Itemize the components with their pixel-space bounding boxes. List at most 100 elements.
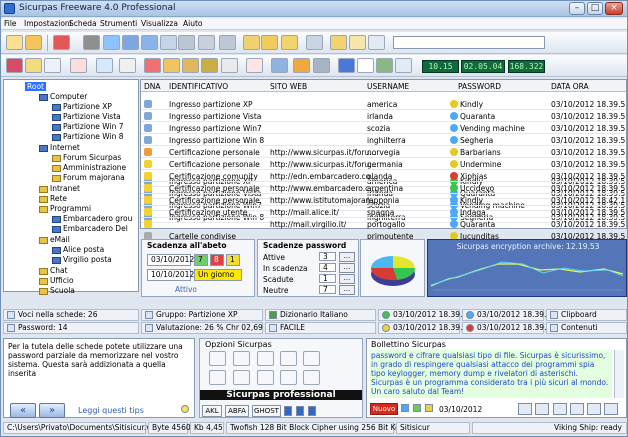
mode2-icon[interactable] xyxy=(296,406,304,416)
no-entry-icon[interactable] xyxy=(246,58,263,73)
table-row[interactable]: Certificazione personale http://www.istit… xyxy=(141,194,625,206)
window-icon[interactable] xyxy=(271,58,288,73)
option-user-icon[interactable] xyxy=(280,351,297,366)
settings-icon[interactable] xyxy=(96,58,113,73)
table-row[interactable]: Ingresso partizione Win7 scozia Vending ma… xyxy=(141,122,625,134)
tree-chat[interactable]: Chat xyxy=(39,266,68,275)
tree-alice-posta[interactable]: Alice posta xyxy=(52,245,104,254)
bulletin-right-button[interactable] xyxy=(535,403,549,415)
col-identificativo[interactable]: IDENTIFICATIVO xyxy=(169,82,228,91)
tree-intranet[interactable]: Intranet xyxy=(39,184,80,193)
pw-scadenza-button[interactable]: ... xyxy=(339,263,355,273)
table-row[interactable]: Ingresso partizione XP america Kindly 03/10… xyxy=(141,98,625,110)
cut-icon[interactable] xyxy=(141,35,158,50)
delete-icon[interactable] xyxy=(53,35,70,50)
col-password[interactable]: PASSWORD xyxy=(458,82,501,91)
col-username[interactable]: USERNAME xyxy=(367,82,409,91)
tree-computer[interactable]: Computer xyxy=(39,92,87,101)
check-icon[interactable] xyxy=(44,58,61,73)
minimize-button[interactable]: – xyxy=(569,2,585,15)
menu-file[interactable]: File xyxy=(4,19,17,28)
table-row[interactable]: Certificazione personale http://www.sicur… xyxy=(141,158,625,170)
menu-aiuto[interactable]: Aiuto xyxy=(183,19,203,28)
unlock-icon[interactable] xyxy=(182,58,199,73)
option-window-icon[interactable] xyxy=(209,370,226,385)
tree-amministrazione[interactable]: Amministrazione xyxy=(52,163,126,172)
back-icon[interactable] xyxy=(178,35,195,50)
tree-embarcadero-group[interactable]: Embarcadero grou xyxy=(52,214,132,223)
forward-icon[interactable] xyxy=(198,35,215,50)
table-row[interactable]: Ingresso partizione Vista irlanda Quaranta… xyxy=(141,110,625,122)
mode1-icon[interactable] xyxy=(284,406,292,416)
option-info-icon[interactable] xyxy=(303,351,320,366)
tree-internet[interactable]: Internet xyxy=(39,143,80,152)
mode3-icon[interactable] xyxy=(308,406,316,416)
tree-partizione-win7[interactable]: Partizione Win 7 xyxy=(52,122,124,131)
open-icon[interactable] xyxy=(25,35,42,50)
copy-icon[interactable] xyxy=(103,35,120,50)
table-row[interactable]: http://mail.virgilio.it/portogallo Quaran… xyxy=(141,218,625,230)
pw-neutre-button[interactable]: ... xyxy=(339,285,355,295)
print-icon[interactable] xyxy=(368,35,385,50)
nuovo-button[interactable]: Nuovo xyxy=(370,403,398,415)
option-export-icon[interactable] xyxy=(303,370,320,385)
lock-icon[interactable] xyxy=(83,35,100,50)
bulletin-up-button[interactable] xyxy=(553,403,567,415)
tree-programmi[interactable]: Programmi xyxy=(39,204,91,213)
help-icon[interactable] xyxy=(338,58,355,73)
pw-scadute-button[interactable]: ... xyxy=(339,274,355,284)
wrench-icon[interactable] xyxy=(313,58,330,73)
next-tip-button[interactable]: » xyxy=(39,403,65,418)
padlock-icon[interactable] xyxy=(201,58,218,73)
paste-icon[interactable] xyxy=(122,35,139,50)
table-row[interactable]: Certificazione utente http://mail.alice.i… xyxy=(141,206,625,218)
key2-icon[interactable] xyxy=(261,35,278,50)
lock2-icon[interactable] xyxy=(163,58,180,73)
option-palette-icon[interactable] xyxy=(280,370,297,385)
folder-icon[interactable] xyxy=(25,58,42,73)
menu-strumenti[interactable]: Strumenti xyxy=(100,19,137,28)
bulletin-scrollbar[interactable] xyxy=(614,350,624,398)
zoom-icon[interactable] xyxy=(306,35,323,50)
tree-forum-majorana[interactable]: Forum majorana xyxy=(52,173,125,182)
tree-root[interactable]: Root xyxy=(25,82,46,91)
option-terminal-icon[interactable] xyxy=(257,370,274,385)
col-dna[interactable]: DNA xyxy=(144,82,161,91)
tree-rete[interactable]: Rete xyxy=(39,194,67,203)
shield-icon[interactable] xyxy=(144,58,161,73)
option-wrench-icon[interactable] xyxy=(257,351,274,366)
quick-search-input[interactable] xyxy=(393,36,545,49)
akl-button[interactable]: AKL xyxy=(202,405,222,417)
table-row[interactable]: Certificazione personale http://www.embar… xyxy=(141,182,625,194)
table-row[interactable]: Certificazione comunity http://edn.embarc… xyxy=(141,170,625,182)
font-icon[interactable] xyxy=(70,58,87,73)
tree-scuola[interactable]: Scuola xyxy=(39,286,75,295)
clipboard-icon[interactable] xyxy=(330,35,347,50)
tree-partizione-xp[interactable]: Partizione XP xyxy=(52,102,112,111)
tree-embarcadero-del[interactable]: Embarcadero Del xyxy=(52,224,128,233)
table-row[interactable]: Certificazione personale http://www.sicur… xyxy=(141,146,625,158)
bulletin-left-button[interactable] xyxy=(518,403,532,415)
bulletin-down-button[interactable] xyxy=(570,403,584,415)
bulletin-home-button[interactable] xyxy=(587,403,601,415)
col-sito-web[interactable]: SITO WEB xyxy=(270,82,307,91)
exit-icon[interactable] xyxy=(395,58,412,73)
bulletin-end-button[interactable] xyxy=(604,403,618,415)
option-settings-icon[interactable] xyxy=(209,351,226,366)
edit-icon[interactable] xyxy=(160,35,177,50)
close-button[interactable]: × xyxy=(605,2,623,15)
option-pointer-icon[interactable] xyxy=(233,370,250,385)
read-tips-link[interactable]: Leggi questi tips xyxy=(78,406,144,415)
tree-partizione-win8[interactable]: Partizione Win 8 xyxy=(52,132,124,141)
tree-ufficio[interactable]: Ufficio xyxy=(39,276,74,285)
key3-icon[interactable] xyxy=(281,35,298,50)
info-icon[interactable] xyxy=(357,58,374,73)
pw-attive-button[interactable]: ... xyxy=(339,252,355,262)
tree-virgilio-posta[interactable]: Virgilio posta xyxy=(52,255,112,264)
previous-tip-button[interactable]: « xyxy=(10,403,36,418)
image-icon[interactable] xyxy=(376,58,393,73)
tools-icon[interactable] xyxy=(293,58,310,73)
up-icon[interactable] xyxy=(219,35,236,50)
palette-icon[interactable] xyxy=(119,58,136,73)
key-icon[interactable] xyxy=(243,35,260,50)
